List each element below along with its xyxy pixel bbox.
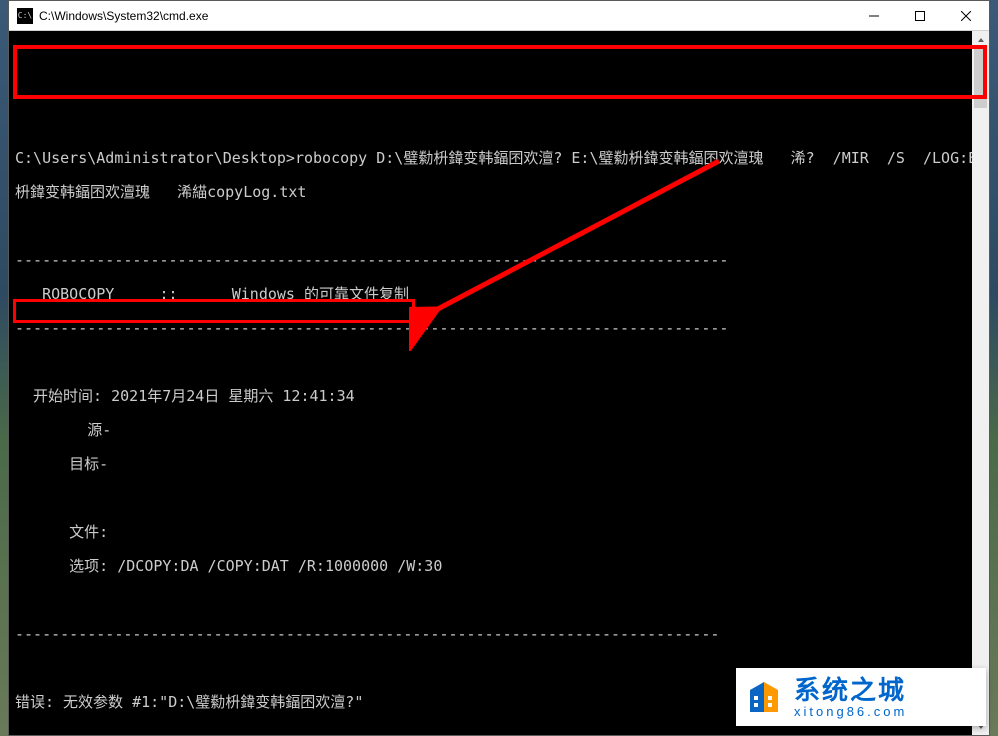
- terminal-line: 目标-: [15, 456, 983, 473]
- watermark-text: 系统之城 xitong86.com: [794, 677, 907, 718]
- terminal-area[interactable]: C:\Users\Administrator\Desktop>robocopy …: [9, 31, 989, 735]
- terminal-line: 文件:: [15, 524, 983, 541]
- scroll-thumb[interactable]: [974, 48, 987, 108]
- close-button[interactable]: [943, 1, 989, 31]
- terminal-line: [15, 354, 983, 371]
- terminal-line: [15, 728, 983, 735]
- watermark-badge: 系统之城 xitong86.com: [736, 668, 986, 726]
- terminal-line: ROBOCOPY :: Windows 的可靠文件复制: [15, 286, 983, 303]
- scroll-track[interactable]: [972, 48, 989, 718]
- terminal-line: C:\Users\Administrator\Desktop>robocopy …: [15, 150, 983, 167]
- terminal-content: C:\Users\Administrator\Desktop>robocopy …: [9, 65, 989, 735]
- watermark-title: 系统之城: [794, 677, 907, 703]
- window-title: C:\Windows\System32\cmd.exe: [39, 9, 208, 23]
- vertical-scrollbar[interactable]: [972, 31, 989, 735]
- terminal-line: [15, 218, 983, 235]
- terminal-line: [15, 116, 983, 133]
- terminal-line: 枡鍏变韩鍢囨欢澶瑰 浠緢copyLog.txt: [15, 184, 983, 201]
- cmd-icon: [17, 8, 33, 24]
- terminal-line: [15, 592, 983, 609]
- terminal-line: [15, 490, 983, 507]
- watermark-url: xitong86.com: [794, 705, 907, 718]
- terminal-line: ----------------------------------------…: [15, 320, 983, 337]
- watermark-logo-icon: [744, 676, 786, 718]
- titlebar[interactable]: C:\Windows\System32\cmd.exe: [9, 1, 989, 31]
- scroll-up-button[interactable]: [972, 31, 989, 48]
- cmd-window: C:\Windows\System32\cmd.exe C:\Users\Adm…: [8, 0, 990, 736]
- terminal-line: ----------------------------------------…: [15, 252, 983, 269]
- terminal-line: 开始时间: 2021年7月24日 星期六 12:41:34: [15, 388, 983, 405]
- terminal-line: 选项: /DCOPY:DA /COPY:DAT /R:1000000 /W:30: [15, 558, 983, 575]
- terminal-line: ----------------------------------------…: [15, 626, 983, 643]
- terminal-line: [15, 82, 983, 99]
- terminal-line: 源-: [15, 422, 983, 439]
- maximize-button[interactable]: [897, 1, 943, 31]
- minimize-button[interactable]: [851, 1, 897, 31]
